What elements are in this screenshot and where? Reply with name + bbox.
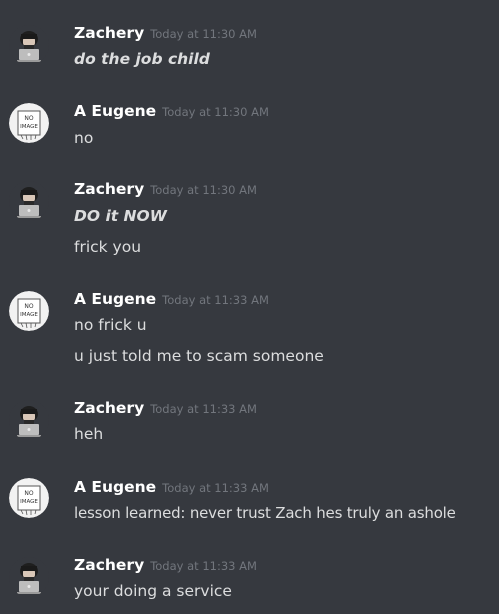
no-image-label-2: IMAGE: [20, 312, 38, 318]
username[interactable]: Zachery: [74, 556, 144, 574]
message-header: Zachery Today at 11:30 AM: [74, 178, 257, 200]
no-image-avatar-icon[interactable]: NO IMAGE: [9, 478, 49, 518]
message-text: frick you: [74, 238, 142, 256]
timestamp: Today at 11:33 AM: [150, 559, 257, 573]
zach-avatar-icon[interactable]: [9, 400, 49, 440]
zach-avatar-icon[interactable]: [9, 25, 49, 65]
message-text: lesson learned: never trust Zach hes tru…: [74, 504, 456, 522]
timestamp: Today at 11:30 AM: [150, 27, 257, 41]
no-image-label-1: NO: [24, 303, 33, 310]
timestamp: Today at 11:33 AM: [162, 481, 269, 495]
message-text: your doing a service: [74, 582, 232, 600]
zach-avatar-icon[interactable]: [9, 181, 49, 221]
message-header: A Eugene Today at 11:33 AM: [74, 476, 269, 498]
no-image-avatar-icon[interactable]: NO IMAGE: [9, 103, 49, 143]
username[interactable]: A Eugene: [74, 290, 156, 308]
message-text: DO it NOW: [74, 207, 167, 225]
no-image-label-2: IMAGE: [20, 499, 38, 505]
username[interactable]: Zachery: [74, 399, 144, 417]
message-text: u just told me to scam someone: [74, 347, 324, 365]
no-image-label-2: IMAGE: [20, 124, 38, 130]
timestamp: Today at 11:30 AM: [150, 183, 257, 197]
message-header: Zachery Today at 11:33 AM: [74, 554, 257, 576]
username[interactable]: A Eugene: [74, 478, 156, 496]
timestamp: Today at 11:33 AM: [162, 293, 269, 307]
message-header: Zachery Today at 11:30 AM: [74, 22, 257, 44]
message-header: Zachery Today at 11:33 AM: [74, 397, 257, 419]
message-header: A Eugene Today at 11:33 AM: [74, 288, 269, 310]
no-image-avatar-icon[interactable]: NO IMAGE: [9, 291, 49, 331]
username[interactable]: Zachery: [74, 24, 144, 42]
timestamp: Today at 11:33 AM: [150, 402, 257, 416]
message-text: heh: [74, 425, 104, 443]
message-text: do the job child: [74, 50, 210, 68]
no-image-label-1: NO: [24, 490, 33, 497]
timestamp: Today at 11:30 AM: [162, 105, 269, 119]
message-header: A Eugene Today at 11:30 AM: [74, 100, 269, 122]
chat-messages: Zachery Today at 11:30 AM do the job chil…: [0, 0, 499, 614]
username[interactable]: Zachery: [74, 180, 144, 198]
zach-avatar-icon[interactable]: [9, 557, 49, 597]
username[interactable]: A Eugene: [74, 102, 156, 120]
message-text: no: [74, 129, 94, 147]
message-text: no frick u: [74, 316, 147, 334]
no-image-label-1: NO: [24, 115, 33, 122]
